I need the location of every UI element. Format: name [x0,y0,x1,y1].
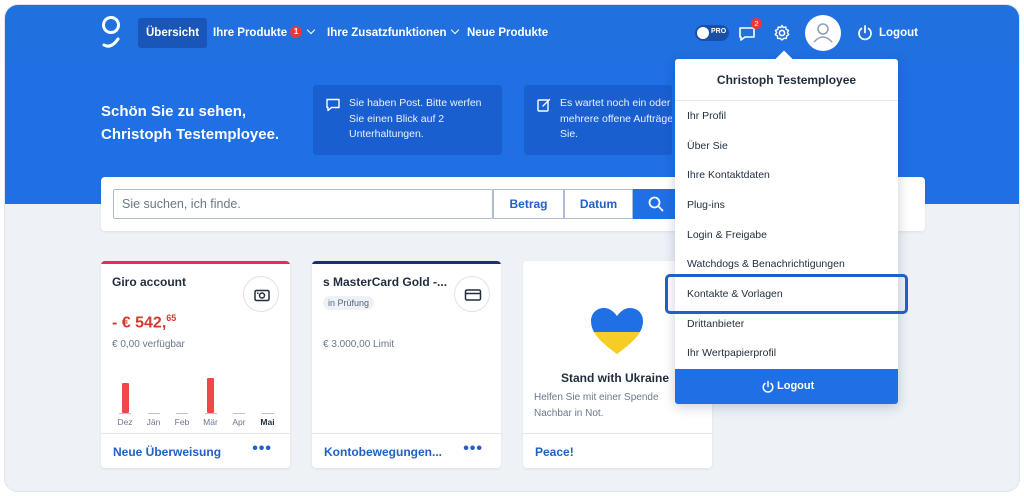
amount-filter-button[interactable]: Betrag [493,189,564,219]
status-tag: in Prüfung [323,296,375,310]
balance-main: - € 542, [112,314,167,332]
card-accent-line [101,261,290,264]
messages-badge: 2 [751,18,762,29]
george-logo-icon[interactable] [101,15,121,49]
balance-amount: - € 542,65 [112,313,176,332]
bar-baseline [176,413,188,414]
gear-icon[interactable] [773,24,791,42]
camera-button[interactable] [243,276,279,312]
peace-link[interactable]: Peace! [535,445,574,459]
menu-item-third-party[interactable]: Drittanbieter [687,310,887,339]
bar-baseline [233,413,245,414]
bar-baseline [204,413,217,414]
power-icon[interactable] [856,24,874,42]
notice-messages-text: Sie haben Post. Bitte werfen Sie einen B… [349,97,482,140]
nav-new-products[interactable]: Neue Produkte [459,18,556,48]
month-label: Mai [260,417,275,427]
power-icon [762,380,774,393]
search-icon [648,196,664,212]
balance-bar-chart: Dez Jän Feb Mär Apr Mai [101,361,290,436]
card-accent-line [312,261,501,264]
menu-item-securities-profile[interactable]: Ihr Wertpapierprofil [687,339,887,368]
date-filter-button[interactable]: Datum [564,189,633,219]
nav-products-label: Ihre Produkte [213,27,288,39]
pro-label: PRO [711,28,727,35]
bar-baseline [261,413,274,414]
month-label: Mär [203,417,218,427]
card-title: s MasterCard Gold -... [323,275,448,289]
dropdown-logout-label: Logout [777,380,815,392]
pro-toggle[interactable]: PRO [695,25,729,41]
chevron-down-icon [306,25,316,35]
edit-icon [537,98,551,112]
logout-button[interactable]: Logout [879,25,918,41]
nav-new-products-label: Neue Produkte [467,27,549,39]
notice-orders[interactable]: Es wartet noch ein oder mehrere offene A… [524,85,672,155]
highlight-box [665,274,908,314]
bar-baseline [119,413,131,414]
month-label: Apr [232,417,246,427]
card-title: Giro account [112,275,187,289]
greeting-text: Schön Sie zu sehen, Christoph Testemploy… [101,103,280,143]
available-amount: € 0,00 verfügbar [112,339,185,350]
toggle-knob [697,27,709,39]
top-navbar: Übersicht Ihre Produkte 1 Ihre Zusatzfunk… [5,5,1019,62]
new-transfer-link[interactable]: Neue Überweisung [113,445,221,459]
nav-overview[interactable]: Übersicht [138,18,208,48]
menu-item-profile[interactable]: Ihr Profil [687,102,887,131]
search-button[interactable] [633,189,679,219]
card-title: Stand with Ukraine [561,371,670,385]
bar-baseline [147,413,160,414]
chat-icon [326,98,340,112]
camera-icon [254,289,270,302]
more-options-icon[interactable]: ••• [252,440,272,458]
menu-item-contact-data[interactable]: Ihre Kontaktdaten [687,161,887,190]
card-button[interactable] [454,276,490,312]
month-label: Dez [117,417,133,427]
mastercard-card[interactable]: s MasterCard Gold -... in Prüfung € 3.00… [312,261,501,468]
profile-dropdown-menu: Christoph Testemployee Ihr Profil Über S… [665,50,908,404]
donation-text-line-2: Nachbar in Not. [534,408,604,419]
credit-limit: € 3.000,00 Limit [323,339,395,350]
transactions-link[interactable]: Kontobewegungen... [324,445,442,459]
month-label: Jän [146,417,161,427]
balance-cents: 65 [166,313,177,323]
user-avatar[interactable] [805,15,841,51]
menu-item-about-you[interactable]: Über Sie [687,132,887,161]
credit-card-icon [464,289,482,301]
month-label: Feb [174,417,190,427]
menu-item-login-release[interactable]: Login & Freigabe [687,221,887,250]
app-frame: Übersicht Ihre Produkte 1 Ihre Zusatzfunk… [4,4,1020,492]
more-options-icon[interactable]: ••• [463,440,483,458]
dropdown-logout-button[interactable]: Logout [675,369,898,404]
nav-additional-label: Ihre Zusatzfunktionen [327,27,447,39]
card-footer: Kontobewegungen... ••• [312,433,501,468]
notice-messages[interactable]: Sie haben Post. Bitte werfen Sie einen B… [313,85,502,155]
menu-item-plugins[interactable]: Plug-ins [687,191,887,220]
giro-account-card[interactable]: Giro account - € 542,65 € 0,00 verfügbar… [101,261,290,468]
heart-icon [591,308,643,354]
nav-additional-features[interactable]: Ihre Zusatzfunktionen [319,18,466,48]
user-icon [813,23,833,43]
nav-overview-label: Übersicht [146,27,200,39]
card-footer: Peace! [523,433,712,468]
balance-bar [121,383,129,413]
products-badge: 1 [290,26,303,38]
notice-orders-text: Es wartet noch ein oder mehrere offene A… [560,97,672,140]
nav-products[interactable]: Ihre Produkte 1 [205,18,322,48]
balance-bar [207,378,214,413]
dropdown-user-name: Christoph Testemployee [675,59,898,101]
card-footer: Neue Überweisung ••• [101,433,290,468]
search-input[interactable] [113,189,493,219]
